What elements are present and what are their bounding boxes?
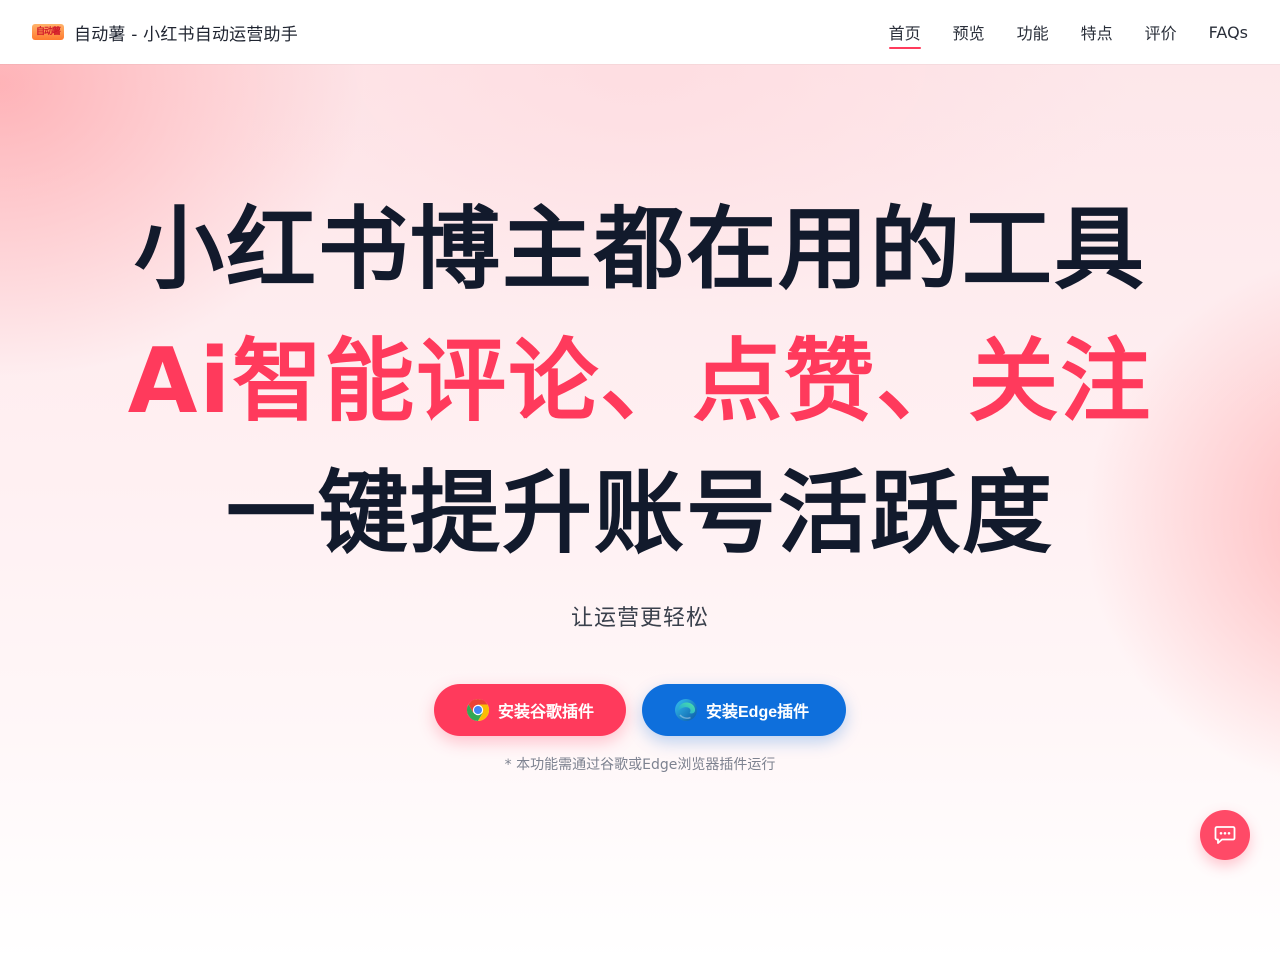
- hero-headline-line2: Ai智能评论、点赞、关注: [127, 329, 1153, 434]
- top-navbar: 自动薯 自动薯 - 小红书自动运营助手 首页 预览 功能 特点 评价 FAQs: [0, 0, 1280, 64]
- site-title: 自动薯 - 小红书自动运营助手: [74, 24, 298, 45]
- brand-logo: 自动薯: [32, 24, 64, 40]
- install-buttons: 安装谷歌插件 安装Edge插件: [0, 684, 1280, 736]
- hero-headline-line3: 一键提升账号活跃度: [226, 461, 1054, 566]
- logo-text: 自动薯: [35, 27, 61, 37]
- chat-bubble-icon: [1214, 826, 1236, 844]
- nav-preview[interactable]: 预览: [953, 0, 985, 64]
- chrome-icon: [466, 699, 490, 721]
- brand[interactable]: 自动薯 自动薯 - 小红书自动运营助手: [32, 20, 298, 45]
- nav-reviews[interactable]: 评价: [1145, 0, 1177, 64]
- install-edge-label: 安装Edge插件: [706, 704, 810, 721]
- chat-button[interactable]: [1200, 810, 1250, 860]
- nav-highlights[interactable]: 特点: [1081, 0, 1113, 64]
- browser-requirement-note: * 本功能需通过谷歌或Edge浏览器插件运行: [504, 757, 776, 773]
- install-edge-button[interactable]: 安装Edge插件: [642, 684, 846, 736]
- hero-subtitle: 让运营更轻松: [570, 606, 709, 631]
- nav-home[interactable]: 首页: [888, 0, 921, 64]
- install-chrome-button[interactable]: 安装谷歌插件: [434, 684, 626, 736]
- hero-headline-line1: 小红书博主都在用的工具: [134, 197, 1146, 302]
- page: 自动薯 自动薯 - 小红书自动运营助手 首页 预览 功能 特点 评价 FAQs …: [0, 0, 1280, 960]
- nav-features[interactable]: 功能: [1017, 0, 1049, 64]
- nav-faqs[interactable]: FAQs: [1209, 0, 1248, 64]
- main-nav: 首页 预览 功能 特点 评价 FAQs: [888, 0, 1248, 64]
- install-chrome-label: 安装谷歌插件: [498, 704, 595, 721]
- edge-icon: [675, 699, 697, 721]
